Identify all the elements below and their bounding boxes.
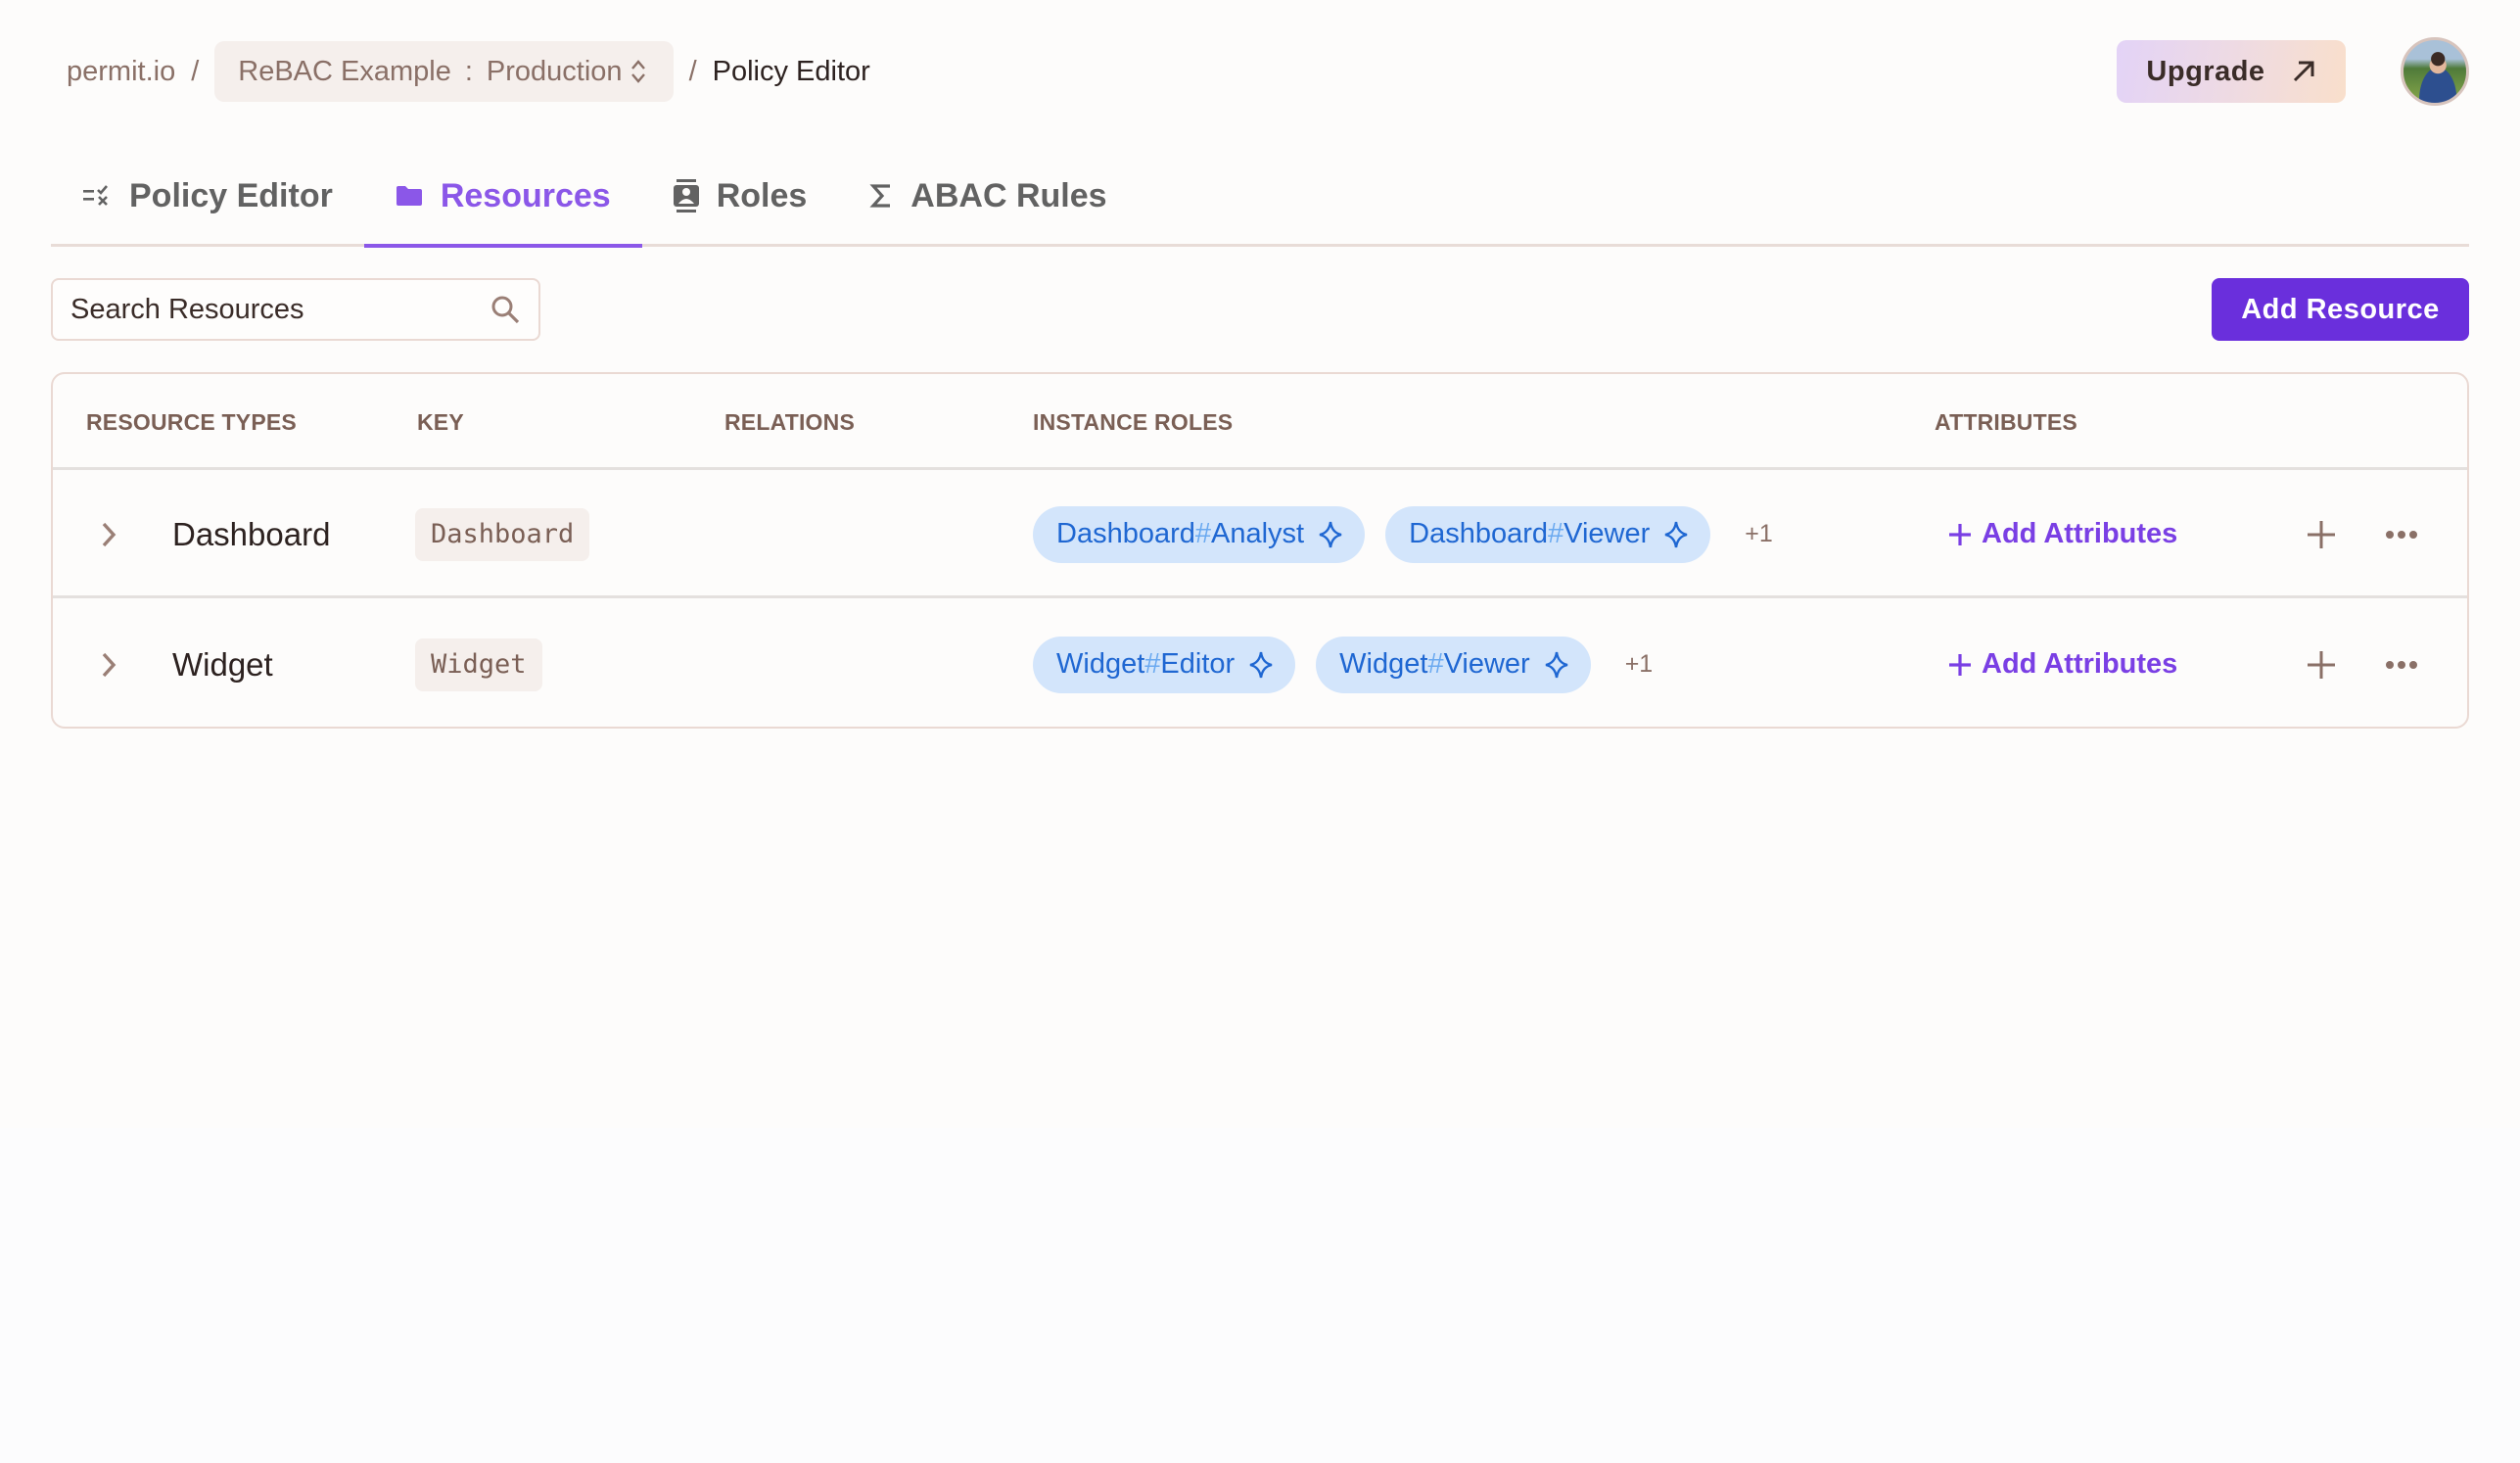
project-name: ReBAC Example <box>238 55 451 87</box>
add-row-item-button[interactable] <box>2307 470 2336 598</box>
table-row[interactable]: Dashboard Dashboard Dashboard#Analyst Da… <box>53 470 2467 598</box>
tab-policy-editor[interactable]: Policy Editor <box>51 147 364 245</box>
resource-key: Widget <box>415 637 542 691</box>
column-header-resource-types: RESOURCE TYPES <box>86 409 297 435</box>
upgrade-button[interactable]: Upgrade <box>2117 40 2346 103</box>
page-bottom-area <box>0 1128 2520 1463</box>
upgrade-label: Upgrade <box>2146 55 2265 87</box>
plus-icon <box>1949 653 1971 676</box>
expand-row-button[interactable] <box>100 600 117 729</box>
breadcrumb: permit.io / ReBAC Example : Production /… <box>67 41 870 102</box>
instance-roles-cell: Dashboard#Analyst Dashboard#Viewer +1 <box>1033 470 1773 598</box>
more-roles-count[interactable]: +1 <box>1745 520 1773 548</box>
role-label: Dashboard#Viewer <box>1409 518 1651 549</box>
role-label: Dashboard#Analyst <box>1056 518 1305 549</box>
badge-icon <box>673 179 699 212</box>
role-label: Widget#Viewer <box>1339 648 1530 680</box>
project-environment-selector[interactable]: ReBAC Example : Production <box>214 41 674 102</box>
row-more-options-button[interactable] <box>2385 600 2418 729</box>
policy-list-icon <box>83 185 108 206</box>
tab-roles[interactable]: Roles <box>642 147 839 245</box>
instance-role-pill[interactable]: Widget#Viewer <box>1316 636 1591 693</box>
column-header-key: KEY <box>417 409 464 435</box>
plus-icon <box>2308 650 2335 679</box>
sigma-icon <box>869 184 891 208</box>
tab-label: Roles <box>716 176 808 214</box>
more-roles-count[interactable]: +1 <box>1625 650 1654 679</box>
more-horizontal-icon <box>2386 530 2417 539</box>
chevron-right-icon <box>102 652 117 677</box>
tab-resources[interactable]: Resources <box>363 147 642 248</box>
expand-row-button[interactable] <box>100 470 117 598</box>
resource-key-cell: Dashboard <box>415 470 590 598</box>
resources-table: RESOURCE TYPES KEY RELATIONS INSTANCE RO… <box>51 372 2469 729</box>
sparkle-icon <box>1664 521 1688 547</box>
arrow-up-right-icon <box>2293 61 2314 82</box>
instance-role-pill[interactable]: Widget#Editor <box>1033 636 1296 693</box>
project-env-colon: : <box>464 55 473 87</box>
chevron-right-icon <box>102 522 117 546</box>
sparkle-icon <box>1545 651 1568 678</box>
environment-name: Production <box>486 55 623 87</box>
plus-icon <box>2308 520 2335 548</box>
chevron-up-down-icon <box>630 60 645 83</box>
tab-abac-rules[interactable]: ABAC Rules <box>838 147 1138 245</box>
more-horizontal-icon <box>2386 660 2417 669</box>
search-icon[interactable] <box>490 294 521 325</box>
add-resource-button[interactable]: Add Resource <box>2212 278 2469 341</box>
search-resources-field[interactable] <box>51 278 540 341</box>
add-attributes-button[interactable]: Add Attributes <box>1948 600 2177 729</box>
table-row[interactable]: Widget Widget Widget#Editor Widget#Viewe… <box>53 600 2467 729</box>
add-attributes-label: Add Attributes <box>1982 518 2178 549</box>
resource-name: Widget <box>172 645 273 683</box>
instance-role-pill[interactable]: Dashboard#Analyst <box>1033 505 1366 563</box>
search-resources-input[interactable] <box>70 293 490 326</box>
tab-label: ABAC Rules <box>910 176 1107 214</box>
add-attributes-button[interactable]: Add Attributes <box>1948 470 2177 598</box>
breadcrumb-separator: / <box>688 55 697 87</box>
top-bar: permit.io / ReBAC Example : Production /… <box>0 0 2520 137</box>
add-attributes-label: Add Attributes <box>1982 648 2178 680</box>
tab-label: Policy Editor <box>129 176 333 214</box>
resource-name: Dashboard <box>172 515 331 552</box>
table-header: RESOURCE TYPES KEY RELATIONS INSTANCE RO… <box>53 374 2467 470</box>
main-tabs: Policy Editor Resources Roles ABAC Rules <box>51 147 2469 248</box>
breadcrumb-separator: / <box>191 55 200 87</box>
role-label: Widget#Editor <box>1056 648 1236 680</box>
column-header-relations: RELATIONS <box>724 409 855 435</box>
breadcrumb-root-link[interactable]: permit.io <box>67 56 175 88</box>
resource-key-cell: Widget <box>415 600 542 729</box>
instance-role-pill[interactable]: Dashboard#Viewer <box>1385 505 1711 563</box>
plus-icon <box>1949 523 1971 545</box>
row-more-options-button[interactable] <box>2385 470 2418 598</box>
tab-label: Resources <box>440 176 611 214</box>
sparkle-icon <box>1319 521 1342 547</box>
breadcrumb-current-page: Policy Editor <box>712 55 870 87</box>
sparkle-icon <box>1249 651 1273 678</box>
resource-key: Dashboard <box>415 507 590 561</box>
column-header-attributes: ATTRIBUTES <box>1935 409 2077 435</box>
instance-roles-cell: Widget#Editor Widget#Viewer +1 <box>1033 600 1653 729</box>
folder-icon <box>396 186 422 206</box>
column-header-instance-roles: INSTANCE ROLES <box>1033 409 1234 435</box>
add-row-item-button[interactable] <box>2307 600 2336 729</box>
user-avatar[interactable] <box>2401 37 2469 106</box>
